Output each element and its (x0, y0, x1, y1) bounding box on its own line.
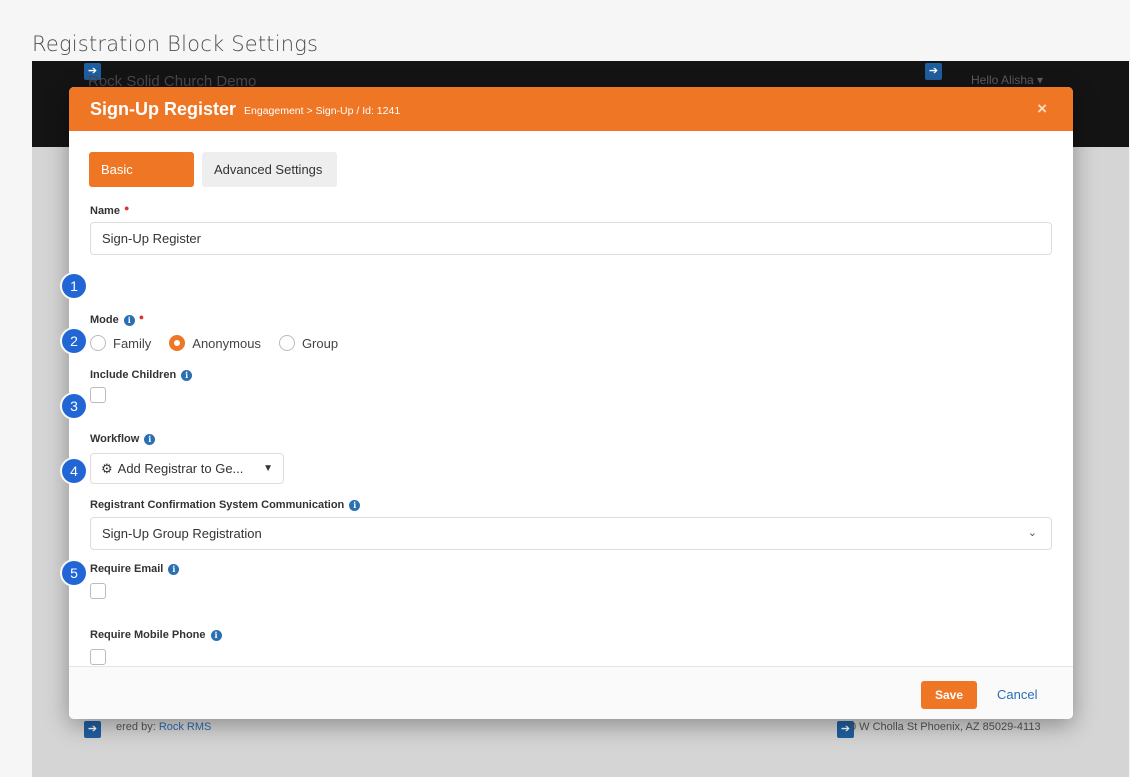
radio-label: Group (301, 335, 339, 351)
callout-badge-4: 4 (62, 459, 86, 483)
require-email-label: Require Email i (90, 563, 180, 575)
modal-header: Sign-Up Register Engagement > Sign-Up / … (69, 87, 1073, 131)
info-icon[interactable]: i (181, 369, 193, 381)
include-children-label-text: Include Children (90, 369, 177, 381)
modal-breadcrumb: Engagement > Sign-Up / Id: 1241 (244, 105, 401, 117)
info-icon[interactable]: i (168, 563, 180, 575)
page-title: Registration Block Settings (32, 32, 319, 56)
info-icon[interactable]: i (144, 433, 156, 445)
require-mobile-label: Require Mobile Phone i (90, 629, 222, 641)
block-move-icon: ➔ (925, 63, 942, 80)
require-mobile-label-text: Require Mobile Phone (90, 629, 206, 641)
confirmation-label: Registrant Confirmation System Communica… (90, 499, 361, 511)
footer-prefix: ered by: (116, 721, 159, 733)
confirmation-value: Sign-Up Group Registration (102, 526, 262, 541)
callout-badge-1: 1 (62, 274, 86, 298)
mode-label-text: Mode (90, 314, 119, 326)
radio-button[interactable] (278, 335, 295, 351)
modal-title: Sign-Up Register (90, 98, 237, 119)
require-email-label-text: Require Email (90, 563, 164, 575)
background-greeting: Hello Alisha ▾ (971, 73, 1044, 87)
info-icon[interactable]: i (349, 499, 361, 511)
background-footer-left: ered by: Rock RMS (98, 721, 211, 733)
modal-footer: Save Cancel (69, 666, 1073, 719)
callout-badge-2: 2 (62, 329, 86, 353)
radio-button-selected[interactable] (169, 335, 186, 351)
confirmation-label-text: Registrant Confirmation System Communica… (90, 499, 345, 511)
mode-label: Mode i ● (90, 312, 145, 326)
mode-option-anonymous[interactable]: Anonymous (169, 335, 261, 351)
chevron-down-icon: ⌄ (1027, 527, 1037, 539)
radio-button[interactable] (90, 335, 106, 351)
required-indicator: ● (123, 203, 130, 213)
cancel-link[interactable]: Cancel (997, 681, 1037, 709)
info-icon[interactable]: i (210, 629, 222, 641)
cogs-icon: ⚙ (101, 460, 113, 476)
mode-option-group[interactable]: Group (278, 335, 339, 351)
workflow-label-text: Workflow (90, 433, 140, 445)
require-email-checkbox[interactable] (90, 583, 106, 599)
workflow-picker[interactable]: ⚙ Add Registrar to Ge... ▼ (90, 453, 284, 484)
block-settings-modal: Sign-Up Register Engagement > Sign-Up / … (69, 87, 1073, 719)
callout-badge-3: 3 (62, 394, 86, 418)
required-indicator: ● (138, 312, 145, 322)
callout-badge-5: 5 (62, 561, 86, 585)
tab-advanced-settings[interactable]: Advanced Settings (202, 152, 337, 187)
background-footer-address: 0 W Cholla St Phoenix, AZ 85029-4113 (850, 721, 1041, 733)
radio-label: Family (113, 335, 152, 351)
footer-link: Rock RMS (158, 721, 212, 733)
confirmation-select[interactable]: Sign-Up Group Registration ⌄ (90, 517, 1052, 550)
close-icon[interactable]: × (1037, 99, 1047, 119)
mode-option-family[interactable]: Family (90, 335, 151, 351)
name-label-text: Name (90, 205, 120, 217)
workflow-label: Workflow i (90, 433, 156, 445)
info-icon[interactable]: i (123, 314, 135, 326)
workflow-value: Add Registrar to Ge... (117, 461, 244, 476)
name-input[interactable]: Sign-Up Register (90, 222, 1052, 255)
tab-basic-settings[interactable]: Basic Settings (89, 152, 194, 212)
include-children-checkbox[interactable] (90, 387, 106, 403)
name-label: Name ● (90, 203, 130, 217)
caret-down-icon: ▼ (263, 463, 273, 474)
radio-label: Anonymous (192, 335, 261, 351)
require-mobile-checkbox[interactable] (90, 649, 106, 665)
mode-radio-group: Family Anonymous Group (90, 335, 356, 351)
modal-body: Basic Settings Advanced Settings Name ● S… (69, 131, 1073, 666)
save-button[interactable]: Save (921, 681, 977, 709)
include-children-label: Include Children i (90, 369, 193, 381)
